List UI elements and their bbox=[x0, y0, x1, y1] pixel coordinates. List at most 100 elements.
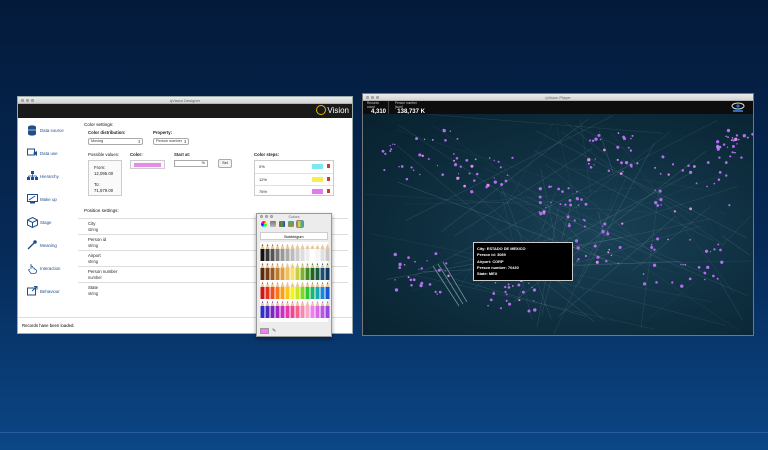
pencil-swatch[interactable] bbox=[295, 301, 300, 318]
pencil-swatch[interactable] bbox=[325, 301, 330, 318]
zoom-dot[interactable] bbox=[31, 99, 34, 102]
pencil-swatch[interactable] bbox=[305, 244, 310, 261]
pencil-swatch[interactable] bbox=[315, 301, 320, 318]
eyedropper-icon[interactable]: ✎ bbox=[272, 328, 276, 334]
sidebar-item-make-up[interactable]: Make up bbox=[18, 188, 78, 210]
pencil-swatch[interactable] bbox=[320, 263, 325, 280]
pencil-swatch[interactable] bbox=[290, 244, 295, 261]
color-step-swatch[interactable] bbox=[312, 177, 323, 182]
minimize-dot[interactable] bbox=[26, 99, 29, 102]
player-window-controls[interactable] bbox=[366, 96, 379, 99]
pencil-swatch[interactable] bbox=[305, 282, 310, 299]
zoom-dot[interactable] bbox=[270, 215, 273, 218]
pencil-swatch[interactable] bbox=[270, 301, 275, 318]
pencil-box[interactable] bbox=[260, 242, 330, 322]
pencil-swatch[interactable] bbox=[270, 244, 275, 261]
pencil-swatch[interactable] bbox=[315, 244, 320, 261]
close-dot[interactable] bbox=[21, 99, 24, 102]
pencil-swatch[interactable] bbox=[305, 301, 310, 318]
color-palettes-icon[interactable] bbox=[279, 221, 285, 227]
pencil-swatch[interactable] bbox=[305, 263, 310, 280]
pencil-swatch[interactable] bbox=[285, 282, 290, 299]
window-controls[interactable] bbox=[21, 99, 34, 102]
pencil-swatch[interactable] bbox=[260, 244, 265, 261]
sidebar-item-hierarchy[interactable]: Hierarchy bbox=[18, 165, 78, 187]
set-button[interactable]: Set bbox=[218, 159, 232, 168]
hierarchy-icon bbox=[26, 171, 38, 182]
pencil-swatch[interactable] bbox=[275, 282, 280, 299]
sidebar-item-interaction[interactable]: Interaction bbox=[18, 257, 78, 279]
visualization-canvas[interactable]: City: ESTADO DE MEXICO Person id: 3089 Air… bbox=[363, 113, 753, 335]
remove-step-icon[interactable] bbox=[327, 177, 330, 181]
zoom-dot[interactable] bbox=[376, 96, 379, 99]
pencil-swatch[interactable] bbox=[260, 301, 265, 318]
sidebar-item-meaning[interactable]: Meaning bbox=[18, 234, 78, 256]
pencil-swatch[interactable] bbox=[270, 263, 275, 280]
pencil-swatch[interactable] bbox=[295, 244, 300, 261]
colors-window-controls[interactable] bbox=[260, 215, 273, 218]
pencil-swatch[interactable] bbox=[310, 301, 315, 318]
pencils-icon[interactable] bbox=[296, 220, 304, 228]
pencil-swatch[interactable] bbox=[320, 301, 325, 318]
minimize-dot[interactable] bbox=[265, 215, 268, 218]
pencil-swatch[interactable] bbox=[325, 244, 330, 261]
pencil-swatch[interactable] bbox=[285, 244, 290, 261]
pencil-swatch[interactable] bbox=[275, 244, 280, 261]
pencil-swatch[interactable] bbox=[290, 282, 295, 299]
color-sliders-icon[interactable] bbox=[270, 221, 276, 227]
pencil-swatch[interactable] bbox=[285, 263, 290, 280]
color-step-row[interactable]: 0% bbox=[255, 161, 333, 172]
pencil-swatch[interactable] bbox=[315, 263, 320, 280]
pencil-swatch[interactable] bbox=[300, 263, 305, 280]
color-well[interactable] bbox=[130, 160, 165, 169]
pencil-swatch[interactable] bbox=[290, 301, 295, 318]
color-step-row[interactable]: 76% bbox=[255, 185, 333, 196]
color-step-swatch[interactable] bbox=[312, 189, 323, 194]
pencil-swatch[interactable] bbox=[300, 244, 305, 261]
current-color-swatch[interactable] bbox=[260, 328, 269, 334]
remove-step-icon[interactable] bbox=[327, 164, 330, 168]
pencil-swatch[interactable] bbox=[275, 263, 280, 280]
pencil-swatch[interactable] bbox=[300, 301, 305, 318]
pencil-swatch[interactable] bbox=[310, 263, 315, 280]
pencil-swatch[interactable] bbox=[275, 301, 280, 318]
pencil-swatch[interactable] bbox=[265, 301, 270, 318]
pencil-swatch[interactable] bbox=[325, 282, 330, 299]
close-dot[interactable] bbox=[366, 96, 369, 99]
sidebar-item-data-source[interactable]: Data source bbox=[18, 119, 78, 141]
pencil-swatch[interactable] bbox=[310, 244, 315, 261]
pencil-swatch[interactable] bbox=[295, 282, 300, 299]
minimize-dot[interactable] bbox=[371, 96, 374, 99]
pencil-swatch[interactable] bbox=[270, 282, 275, 299]
pencil-swatch[interactable] bbox=[320, 244, 325, 261]
color-wheel-icon[interactable] bbox=[261, 221, 267, 227]
pencil-swatch[interactable] bbox=[325, 263, 330, 280]
pencil-swatch[interactable] bbox=[280, 244, 285, 261]
close-dot[interactable] bbox=[260, 215, 263, 218]
sidebar-item-data-use[interactable]: Data use bbox=[18, 142, 78, 164]
pencil-swatch[interactable] bbox=[280, 301, 285, 318]
pencil-swatch[interactable] bbox=[290, 263, 295, 280]
pencil-swatch[interactable] bbox=[265, 282, 270, 299]
color-step-swatch[interactable] bbox=[312, 164, 323, 169]
pencil-swatch[interactable] bbox=[280, 282, 285, 299]
color-step-row[interactable]: 12% bbox=[255, 173, 333, 184]
pencil-swatch[interactable] bbox=[320, 282, 325, 299]
sidebar-item-behaviour[interactable]: Behaviour bbox=[18, 280, 78, 302]
color-distribution-select[interactable]: Moving ⇕ bbox=[88, 138, 143, 145]
pencil-swatch[interactable] bbox=[295, 263, 300, 280]
pencil-swatch[interactable] bbox=[280, 263, 285, 280]
pencil-swatch[interactable] bbox=[315, 282, 320, 299]
pencil-swatch[interactable] bbox=[310, 282, 315, 299]
remove-step-icon[interactable] bbox=[327, 189, 330, 193]
pencil-swatch[interactable] bbox=[265, 244, 270, 261]
pencil-swatch[interactable] bbox=[260, 282, 265, 299]
sidebar-item-stage[interactable]: Stage bbox=[18, 211, 78, 233]
image-palettes-icon[interactable] bbox=[288, 221, 294, 227]
pencil-swatch[interactable] bbox=[285, 301, 290, 318]
start-at-input[interactable]: % bbox=[174, 160, 208, 167]
property-select[interactable]: Person number ⇕ bbox=[153, 138, 189, 145]
pencil-swatch[interactable] bbox=[260, 263, 265, 280]
pencil-swatch[interactable] bbox=[265, 263, 270, 280]
pencil-swatch[interactable] bbox=[300, 282, 305, 299]
